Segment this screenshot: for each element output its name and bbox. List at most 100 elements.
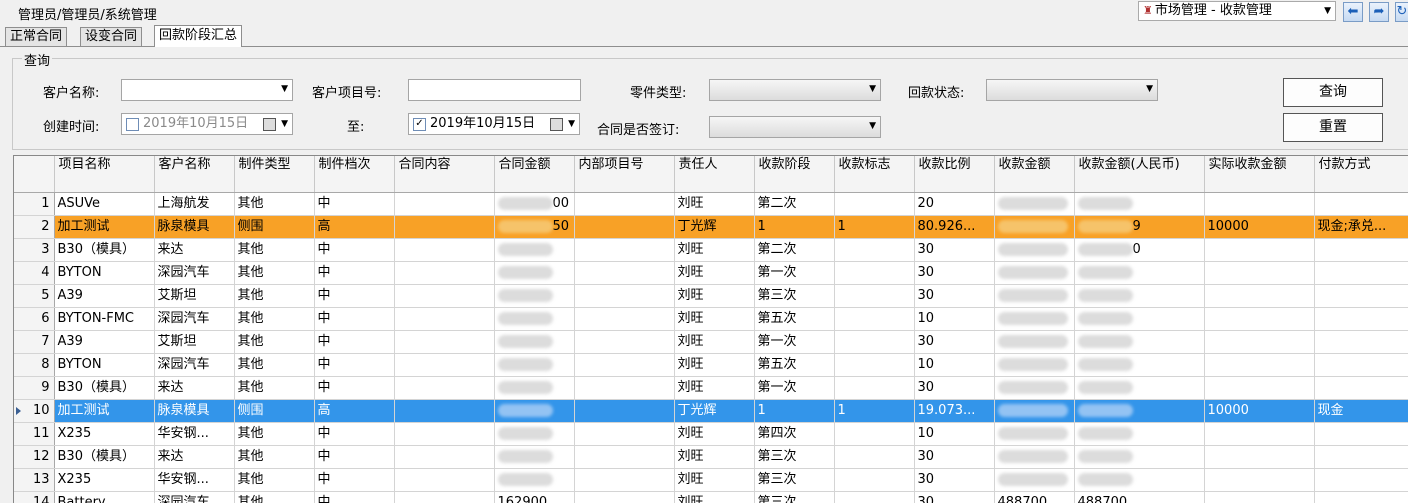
- cell-recv[interactable]: [994, 400, 1074, 423]
- table-row[interactable]: 7A39艾斯坦其他中刘旺第一次30: [14, 331, 1408, 354]
- cell-content[interactable]: [394, 285, 494, 308]
- cell-customer[interactable]: 上海航发: [154, 193, 234, 216]
- cell-recv_rmb[interactable]: 9: [1074, 216, 1204, 239]
- date-to-checkbox[interactable]: ✓: [413, 118, 426, 131]
- cell-flag[interactable]: [834, 285, 914, 308]
- cell-content[interactable]: [394, 308, 494, 331]
- cell-flag[interactable]: [834, 469, 914, 492]
- cell-ratio[interactable]: 30: [914, 239, 994, 262]
- cell-customer[interactable]: 脉泉模具: [154, 216, 234, 239]
- cell-stage[interactable]: 1: [754, 216, 834, 239]
- cell-amount[interactable]: [494, 423, 574, 446]
- table-row[interactable]: 13X235华安钢...其他中刘旺第三次30: [14, 469, 1408, 492]
- cell-ptype[interactable]: 其他: [234, 285, 314, 308]
- cell-grade[interactable]: 中: [314, 377, 394, 400]
- cell-ptype[interactable]: 其他: [234, 354, 314, 377]
- cell-ptype[interactable]: 其他: [234, 262, 314, 285]
- cell-owner[interactable]: 刘旺: [674, 423, 754, 446]
- column-header[interactable]: 收款标志: [834, 156, 914, 193]
- row-number[interactable]: 14: [14, 492, 54, 503]
- search-button[interactable]: 查询: [1283, 78, 1383, 107]
- cell-actual[interactable]: [1204, 331, 1314, 354]
- cell-flag[interactable]: [834, 423, 914, 446]
- cell-recv[interactable]: [994, 354, 1074, 377]
- row-number[interactable]: 2: [14, 216, 54, 239]
- cell-flag[interactable]: [834, 262, 914, 285]
- row-number[interactable]: 5: [14, 285, 54, 308]
- cell-recv[interactable]: [994, 308, 1074, 331]
- cell-inner[interactable]: [574, 354, 674, 377]
- cell-customer[interactable]: 艾斯坦: [154, 331, 234, 354]
- cell-recv[interactable]: [994, 262, 1074, 285]
- cell-ptype[interactable]: 其他: [234, 308, 314, 331]
- cell-recv_rmb[interactable]: [1074, 469, 1204, 492]
- cell-pay[interactable]: [1314, 331, 1408, 354]
- cell-owner[interactable]: 丁光辉: [674, 216, 754, 239]
- cell-grade[interactable]: 中: [314, 193, 394, 216]
- cell-inner[interactable]: [574, 262, 674, 285]
- cell-recv[interactable]: [994, 239, 1074, 262]
- cell-actual[interactable]: [1204, 308, 1314, 331]
- row-number[interactable]: 6: [14, 308, 54, 331]
- cell-project[interactable]: X235: [54, 469, 154, 492]
- row-number[interactable]: 10: [14, 400, 54, 423]
- cell-project[interactable]: A39: [54, 285, 154, 308]
- cell-project[interactable]: BYTON: [54, 354, 154, 377]
- cell-recv_rmb[interactable]: 0: [1074, 239, 1204, 262]
- cell-recv[interactable]: [994, 469, 1074, 492]
- back-button[interactable]: ⬅: [1343, 2, 1363, 22]
- column-header[interactable]: 收款阶段: [754, 156, 834, 193]
- cell-pay[interactable]: [1314, 285, 1408, 308]
- cell-owner[interactable]: 刘旺: [674, 239, 754, 262]
- cell-recv[interactable]: [994, 377, 1074, 400]
- cell-ratio[interactable]: 30: [914, 492, 994, 503]
- cell-pay[interactable]: [1314, 469, 1408, 492]
- cell-amount[interactable]: [494, 285, 574, 308]
- column-header[interactable]: 收款金额(人民币): [1074, 156, 1204, 193]
- cell-content[interactable]: [394, 239, 494, 262]
- cell-actual[interactable]: [1204, 262, 1314, 285]
- cell-inner[interactable]: [574, 285, 674, 308]
- row-number[interactable]: 9: [14, 377, 54, 400]
- cell-project[interactable]: B30（模具）: [54, 239, 154, 262]
- table-row[interactable]: 14Battery深园汽车其他中162900刘旺第三次3048870048870…: [14, 492, 1408, 503]
- payment-status-select[interactable]: ▼: [986, 79, 1158, 101]
- cell-stage[interactable]: 第二次: [754, 193, 834, 216]
- column-header[interactable]: 合同金额: [494, 156, 574, 193]
- cell-actual[interactable]: [1204, 377, 1314, 400]
- cell-project[interactable]: B30（模具）: [54, 446, 154, 469]
- cell-amount[interactable]: [494, 354, 574, 377]
- cell-ptype[interactable]: 其他: [234, 423, 314, 446]
- cell-content[interactable]: [394, 216, 494, 239]
- cell-project[interactable]: Battery: [54, 492, 154, 503]
- cell-amount[interactable]: [494, 469, 574, 492]
- cell-content[interactable]: [394, 492, 494, 503]
- cell-actual[interactable]: [1204, 285, 1314, 308]
- cell-amount[interactable]: 50: [494, 216, 574, 239]
- cell-grade[interactable]: 中: [314, 308, 394, 331]
- part-type-select[interactable]: ▼: [709, 79, 881, 101]
- cell-actual[interactable]: 10000: [1204, 216, 1314, 239]
- cell-stage[interactable]: 第三次: [754, 285, 834, 308]
- cell-ptype[interactable]: 侧围: [234, 400, 314, 423]
- cell-grade[interactable]: 中: [314, 423, 394, 446]
- cell-owner[interactable]: 刘旺: [674, 262, 754, 285]
- cell-project[interactable]: X235: [54, 423, 154, 446]
- row-number[interactable]: 8: [14, 354, 54, 377]
- cell-customer[interactable]: 华安钢...: [154, 469, 234, 492]
- cell-amount[interactable]: [494, 239, 574, 262]
- cell-owner[interactable]: 刘旺: [674, 446, 754, 469]
- cell-stage[interactable]: 1: [754, 400, 834, 423]
- column-header[interactable]: 收款金额: [994, 156, 1074, 193]
- cell-grade[interactable]: 中: [314, 285, 394, 308]
- row-number[interactable]: 11: [14, 423, 54, 446]
- cell-stage[interactable]: 第五次: [754, 308, 834, 331]
- table-row[interactable]: 11X235华安钢...其他中刘旺第四次10: [14, 423, 1408, 446]
- cell-owner[interactable]: 刘旺: [674, 377, 754, 400]
- cell-recv[interactable]: [994, 423, 1074, 446]
- cell-ptype[interactable]: 其他: [234, 492, 314, 503]
- cell-grade[interactable]: 中: [314, 354, 394, 377]
- row-number[interactable]: 12: [14, 446, 54, 469]
- cell-actual[interactable]: [1204, 239, 1314, 262]
- cell-ratio[interactable]: 30: [914, 262, 994, 285]
